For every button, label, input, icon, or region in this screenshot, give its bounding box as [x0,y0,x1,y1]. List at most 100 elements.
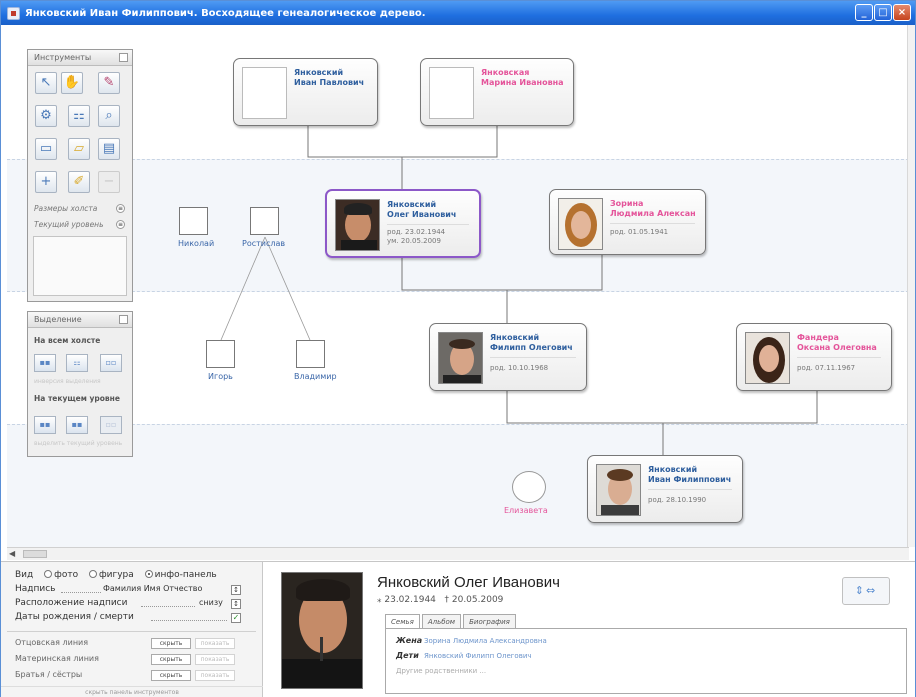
vertical-scrollbar[interactable] [907,25,915,547]
current-level-toggle-icon[interactable]: ≡ [116,220,125,229]
person-card-ivan[interactable]: Янковский Иван Филиппович род. 28.10.1990 [587,455,743,523]
wife-row: Жена Зорина Людмила Александровна [396,636,547,645]
deselect-level-button[interactable]: ▫▫ [100,416,122,434]
view-infopanel-radio[interactable] [144,570,153,578]
options-separator [7,631,256,632]
siblings-show-button[interactable]: показать [195,670,235,681]
dates-checkbox[interactable]: ✓ [231,613,241,623]
father-line-show-button[interactable]: показать [195,638,235,649]
tab-album[interactable]: Альбом [421,614,462,628]
dates-label: Даты рождения / смерти [15,612,134,622]
children-row: Дети Янковский Филипп Олегович [396,651,532,660]
app-icon [7,6,20,20]
minimize-button[interactable]: _ [855,4,873,21]
person-label: Ростислав [242,239,286,248]
scroll-left-icon[interactable]: ◀ [9,549,21,559]
open-folder-button[interactable]: ▱ [68,138,90,160]
panel-header: Инструменты [28,50,132,66]
siblings-label: Братья / сёстры [15,670,83,679]
app-window: Янковский Иван Филиппович. Восходящее ге… [0,0,916,697]
canvas-size-toggle-icon[interactable]: ≡ [116,204,125,213]
child-link[interactable]: Янковский Филипп Олегович [424,652,532,660]
maximize-button[interactable]: □ [874,4,892,21]
save-button[interactable]: ▭ [35,138,57,160]
birth-date: род. 01.05.1941 [610,228,669,236]
person-box-nikolai[interactable] [179,207,208,235]
selected-person-dates: ⁎ 23.02.1944 † 20.05.2009 [377,595,504,605]
view-figure-radio[interactable] [88,570,97,578]
pointer-tool-button[interactable]: ↖ [35,72,57,94]
person-card-grandmother[interactable]: Янковская Марина Ивановна [420,58,574,126]
person-box-igor[interactable] [206,340,235,368]
scroll-thumb[interactable] [23,550,47,558]
person-name: Янковский Олег Иванович [387,200,457,219]
person-name: Зорина Людмила Алексан [610,199,696,218]
person-label: Елизавета [504,506,548,515]
father-line-label: Отцовская линия [15,638,89,647]
birth-date: род. 10.10.1968 [490,364,549,372]
view-row: Вид фото фигура инфо-панель [15,570,217,580]
selected-person-photo [281,572,363,689]
caption-label: Надпись [15,584,56,594]
person-name: Янковский Иван Павлович [294,68,365,87]
edit-person-button[interactable]: ✐ [68,171,90,193]
caption-position-button[interactable]: ↕ [231,599,241,609]
pin-icon[interactable] [119,315,128,324]
settings-tool-button[interactable]: ⚙ [35,105,57,127]
person-label: Владимир [294,372,337,381]
wife-link[interactable]: Зорина Людмила Александровна [424,637,547,645]
tree-canvas[interactable]: Янковский Иван Павлович Янковская Марина И… [7,25,909,547]
leader-dots [141,606,195,607]
person-circle-elizaveta[interactable] [512,471,546,503]
print-button[interactable]: ▤ [98,138,120,160]
birth-date: род. 07.11.1967 [797,364,856,372]
father-line-hide-button[interactable]: скрыть [151,638,191,649]
caption-position-label: Расположение надписи [15,598,128,608]
person-card-grandfather[interactable]: Янковский Иван Павлович [233,58,378,126]
select-level-button[interactable]: ▪▪ [34,416,56,434]
caption-position-value: снизу [199,598,223,607]
bottom-panel: Вид фото фигура инфо-панель Надпись Фами… [1,561,915,697]
mother-line-hide-button[interactable]: скрыть [151,654,191,665]
photo-placeholder [242,67,287,119]
zoom-tool-button[interactable]: ⌕ [98,105,120,127]
pin-icon[interactable] [119,53,128,62]
select-tree-button[interactable]: ⚏ [66,354,88,372]
select-all-button[interactable]: ▪▪ [34,354,56,372]
person-label: Игорь [208,372,233,381]
invert-selection-label: инверсия выделения [34,378,101,385]
person-card-filipp[interactable]: Янковский Филипп Олегович род. 10.10.1968 [429,323,587,391]
caption-select-button[interactable]: ↕ [231,585,241,595]
photo-placeholder [429,67,474,119]
tree-layout-button[interactable]: ⚏ [68,105,90,127]
hide-tools-panel-link[interactable]: скрыть панель инструментов [1,686,263,697]
window-controls: _ □ × [855,4,911,21]
siblings-hide-button[interactable]: скрыть [151,670,191,681]
view-photo-radio[interactable] [44,570,53,578]
selected-person-name: Янковский Олег Иванович [377,574,560,591]
tab-family[interactable]: Семья [385,614,420,628]
person-card-oleg[interactable]: Янковский Олег Иванович род. 23.02.1944 у… [325,189,481,258]
person-box-vladimir[interactable] [296,340,325,368]
person-card-oksana[interactable]: Фандера Оксана Олеговна род. 07.11.1967 [736,323,892,391]
other-relatives-link[interactable]: Другие родственники ... [396,667,486,675]
person-card-lyudmila[interactable]: Зорина Людмила Алексан род. 01.05.1941 [549,189,706,255]
tab-biography[interactable]: Биография [463,614,516,628]
leader-dots [61,592,101,593]
card-separator [648,489,732,490]
horizontal-scrollbar[interactable]: ◀ [7,547,909,560]
delete-person-button[interactable]: − [98,171,120,193]
edit-tool-button[interactable]: ✎ [98,72,120,94]
mother-line-show-button[interactable]: показать [195,654,235,665]
person-box-rostislav[interactable] [250,207,279,235]
close-button[interactable]: × [893,4,911,21]
add-person-button[interactable]: + [35,171,57,193]
hand-tool-button[interactable]: ✋ [61,72,83,94]
birth-date: род. 23.02.1944 [387,228,446,236]
select-level-tree-button[interactable]: ▪▪ [66,416,88,434]
current-level-label: Текущий уровень [34,220,104,229]
caption-value: Фамилия Имя Отчество [103,584,203,593]
family-tab-content: Жена Зорина Людмила Александровна Дети Янк… [385,628,907,694]
deselect-button[interactable]: ▫▫ [100,354,122,372]
navigation-arrows-icon[interactable]: ⇕⇔ [842,577,890,605]
